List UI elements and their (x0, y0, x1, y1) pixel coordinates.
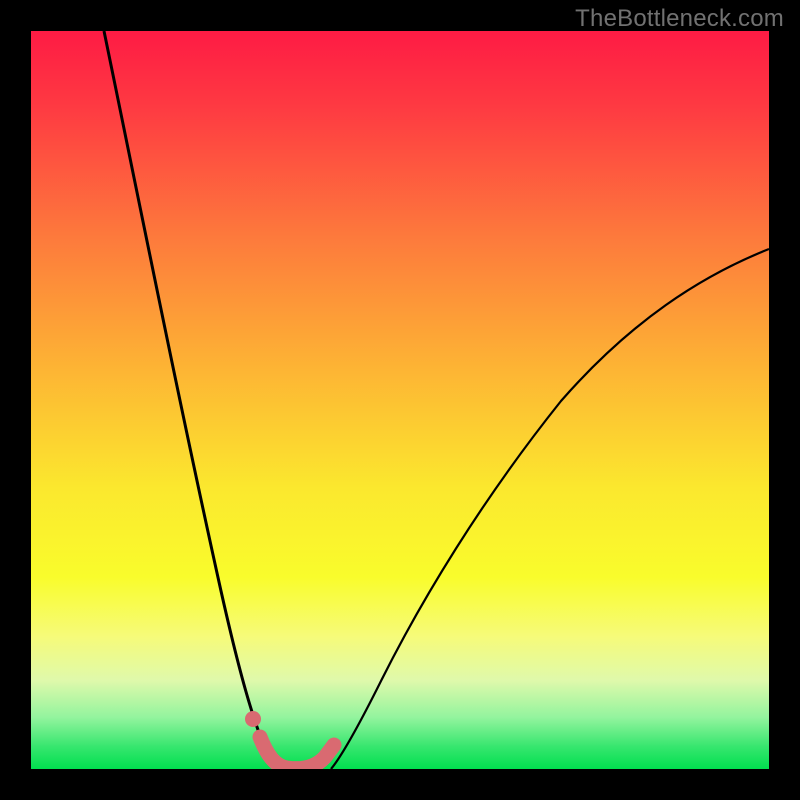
chart-curves-svg (31, 31, 769, 769)
accent-dot-left (245, 711, 261, 727)
left-curve (104, 31, 281, 769)
chart-frame: TheBottleneck.com (0, 0, 800, 800)
trough-accent (260, 737, 334, 769)
watermark-text: TheBottleneck.com (575, 5, 784, 33)
right-curve (331, 249, 769, 769)
chart-plot-area (31, 31, 769, 769)
